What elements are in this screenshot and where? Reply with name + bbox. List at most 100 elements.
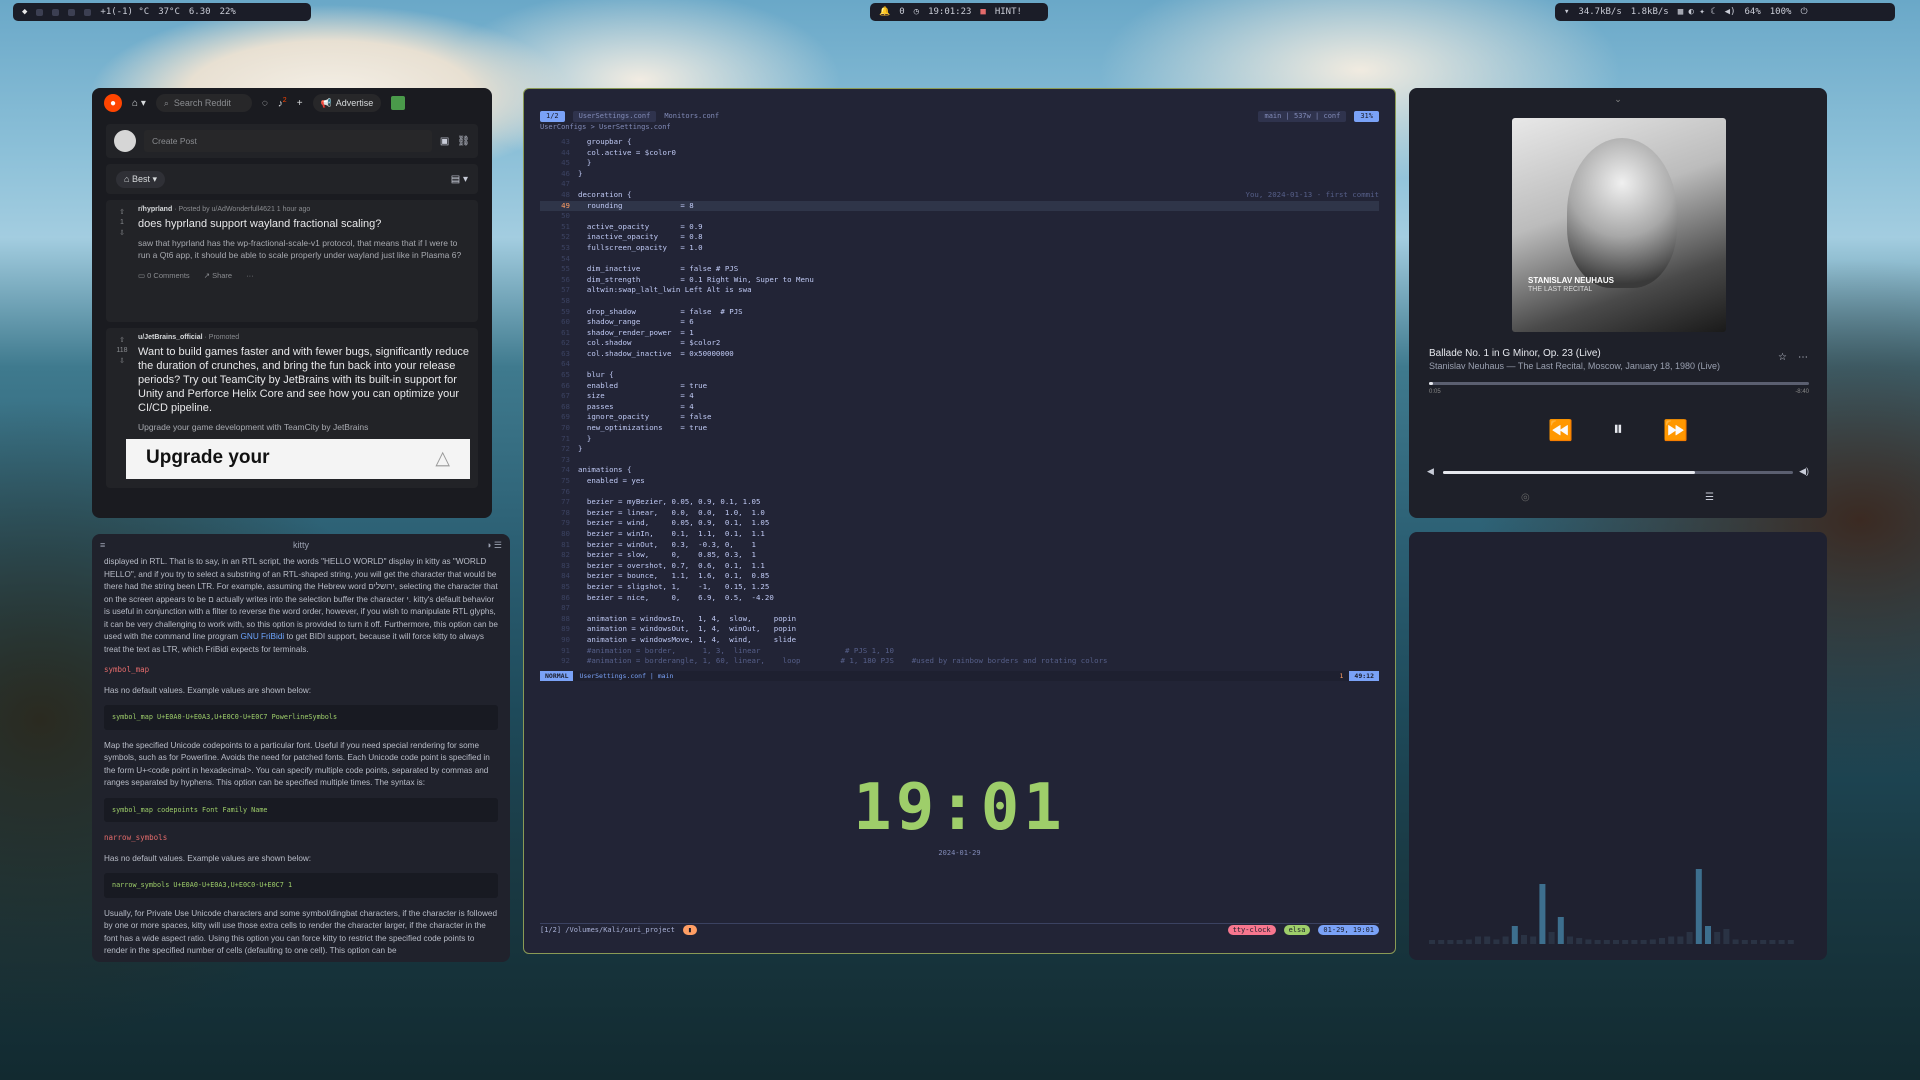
bar-time[interactable]: 19:01:23 xyxy=(928,7,971,17)
code-line[interactable]: 69 ignore_opacity = false xyxy=(540,412,1379,423)
code-line[interactable]: 72} xyxy=(540,444,1379,455)
code-line[interactable]: 61 shadow_render_power = 1 xyxy=(540,328,1379,339)
code-line[interactable]: 85 bezier = sligshot, 1, -1, 0.15, 1.25 xyxy=(540,582,1379,593)
post-card-1[interactable]: ⇧ 1 ⇩ r/hyprland · Posted by u/AdWonderf… xyxy=(106,200,478,322)
tab-index[interactable]: 1/2 xyxy=(540,110,565,122)
lock-icon[interactable]: ■ xyxy=(980,7,985,17)
star-icon[interactable]: ☆ xyxy=(1778,352,1787,363)
ad-title[interactable]: Want to build games faster and with fewe… xyxy=(138,345,470,415)
arch-icon[interactable]: ◆ xyxy=(22,7,27,17)
code-line[interactable]: 75 enabled = yes xyxy=(540,476,1379,487)
share-button[interactable]: ↗ Share xyxy=(204,271,232,280)
avatar[interactable] xyxy=(391,96,406,110)
notification-icon[interactable]: ♪2 xyxy=(278,97,287,109)
menu-icon[interactable]: ≡ xyxy=(100,540,105,550)
link-icon[interactable]: ⛓ xyxy=(457,136,470,147)
airplay-icon[interactable]: ◎ xyxy=(1521,492,1530,503)
search-input[interactable]: ⌕ Search Reddit xyxy=(155,94,252,112)
upvote-icon[interactable]: ⇧ xyxy=(119,208,125,216)
code-line[interactable]: 88 animation = windowsIn, 1, 4, slow, po… xyxy=(540,614,1379,625)
plus-icon[interactable]: + xyxy=(297,98,303,109)
queue-icon[interactable]: ☰ xyxy=(1705,492,1714,503)
image-icon[interactable]: ▣ xyxy=(440,136,449,147)
code-line[interactable]: 76 xyxy=(540,487,1379,498)
code-line[interactable]: 49 rounding = 8 xyxy=(540,200,1379,212)
code-line[interactable]: 80 bezier = winIn, 0.1, 1.1, 0.1, 1.1 xyxy=(540,529,1379,540)
code-line[interactable]: 81 bezier = winOut, 0.3, -0.3, 0, 1 xyxy=(540,540,1379,551)
fribidi-link[interactable]: GNU FriBidi xyxy=(241,632,285,641)
code-line[interactable]: 62 col.shadow = $color2 xyxy=(540,338,1379,349)
comments-button[interactable]: ▭ 0 Comments xyxy=(138,271,190,280)
downvote-icon-2[interactable]: ⇩ xyxy=(119,357,125,365)
sort-best-button[interactable]: ⌂ Best ▾ xyxy=(116,170,165,188)
code-line[interactable]: 79 bezier = wind, 0.05, 0.9, 0.1, 1.05 xyxy=(540,518,1379,529)
rewind-icon[interactable]: ⏪ xyxy=(1548,418,1573,443)
code-block-3[interactable]: narrow_symbols U+E0A0-U+E0A3,U+E0C0-U+E0… xyxy=(104,873,498,898)
downvote-icon[interactable]: ⇩ xyxy=(119,229,125,237)
chat-icon[interactable]: ◌ xyxy=(262,98,268,109)
create-post-input[interactable]: Create Post xyxy=(144,130,432,152)
code-line[interactable]: 45 } xyxy=(540,158,1379,169)
upvote-icon-2[interactable]: ⇧ xyxy=(119,336,125,344)
code-line[interactable]: 73 xyxy=(540,455,1379,466)
volume-icon[interactable]: ◀) xyxy=(1725,7,1736,17)
workspace-1[interactable] xyxy=(36,8,44,16)
user-avatar[interactable] xyxy=(114,130,136,152)
code-line[interactable]: 86 bezier = nice, 0, 6.9, 0.5, -4.20 xyxy=(540,593,1379,604)
code-line[interactable]: 65 blur { xyxy=(540,370,1379,381)
reddit-logo-icon[interactable]: ● xyxy=(104,94,122,112)
post-title[interactable]: does hyprland support wayland fractional… xyxy=(138,217,470,231)
code-line[interactable]: 67 size = 4 xyxy=(540,391,1379,402)
home-icon[interactable]: ⌂ ▾ xyxy=(132,98,146,109)
code-line[interactable]: 57 altwin:swap_lalt_lwin Left Alt is swa xyxy=(540,285,1379,296)
workspace-2[interactable] xyxy=(52,8,60,16)
code-line[interactable]: 44 col.active = $color0 xyxy=(540,148,1379,159)
code-block-1[interactable]: symbol_map U+E0A0-U+E0A3,U+E0C0-U+E0C7 P… xyxy=(104,705,498,730)
code-line[interactable]: 50 xyxy=(540,211,1379,222)
code-line[interactable]: 82 bezier = slow, 0, 0.85, 0.3, 1 xyxy=(540,550,1379,561)
tab-monitors[interactable]: Monitors.conf xyxy=(664,112,719,120)
code-line[interactable]: 46} xyxy=(540,169,1379,180)
window-controls-icon[interactable]: ◑ ☰ xyxy=(486,540,502,551)
fast-forward-icon[interactable]: ⏩ xyxy=(1663,418,1688,443)
layout-icon[interactable]: ▤ ▾ xyxy=(451,174,468,185)
workspace-4[interactable] xyxy=(84,8,92,16)
code-line[interactable]: 56 dim_strength = 0.1 Right Win, Super t… xyxy=(540,275,1379,286)
code-line[interactable]: 66 enabled = true xyxy=(540,381,1379,392)
advertise-button[interactable]: 📢 Advertise xyxy=(312,94,382,112)
code-line[interactable]: 70 new_optimizations = true xyxy=(540,423,1379,434)
tmux-pill-2[interactable]: elsa xyxy=(1283,924,1311,935)
code-line[interactable]: 83 bezier = overshot, 0.7, 0.6, 0.1, 1.1 xyxy=(540,561,1379,572)
workspace-3[interactable] xyxy=(68,8,76,16)
volume-low-icon[interactable]: ◀ xyxy=(1427,466,1434,477)
code-line[interactable]: 89 animation = windowsOut, 1, 4, winOut,… xyxy=(540,624,1379,635)
volume-high-icon[interactable]: ◀) xyxy=(1799,466,1809,477)
code-line[interactable]: 58 xyxy=(540,296,1379,307)
code-line[interactable]: 78 bezier = linear, 0.0, 0.0, 1.0, 1.0 xyxy=(540,508,1379,519)
post-card-2[interactable]: ⇧ 118 ⇩ u/JetBrains_official · Promoted … xyxy=(106,328,478,488)
pause-icon[interactable]: ⏸ xyxy=(1613,418,1623,443)
code-line[interactable]: 74 animations { xyxy=(540,465,1379,476)
code-line[interactable]: 90 animation = windowsMove, 1, 4, wind, … xyxy=(540,635,1379,646)
code-line[interactable]: 55 dim_inactive = false # PJS xyxy=(540,264,1379,275)
code-line[interactable]: 84 bezier = bounce, 1.1, 1.6, 0.1, 0.85 xyxy=(540,571,1379,582)
more-icon[interactable]: ··· xyxy=(246,271,254,280)
code-block-2[interactable]: symbol_map codepoints Font Family Name xyxy=(104,797,498,822)
subreddit-link[interactable]: r/hyprland xyxy=(138,206,172,213)
code-line[interactable]: 91 #animation = border, 1, 3, linear # P… xyxy=(540,646,1379,657)
bell-icon[interactable]: 🔔 xyxy=(879,7,890,17)
progress-bar[interactable] xyxy=(1429,382,1809,385)
code-buffer[interactable]: 43 groupbar {44 col.active = $color0 45 }… xyxy=(540,137,1379,667)
volume-slider[interactable] xyxy=(1443,471,1793,474)
hint-text[interactable]: HINT! xyxy=(995,7,1022,17)
tmux-pill-1[interactable]: tty-clock xyxy=(1227,924,1276,935)
code-line[interactable]: 71 } xyxy=(540,434,1379,445)
code-line[interactable]: 54 xyxy=(540,254,1379,265)
code-line[interactable]: 92 #animation = borderangle, 1, 60, line… xyxy=(540,656,1379,667)
more-options-icon[interactable]: ⋯ xyxy=(1798,352,1808,363)
advertiser-link[interactable]: u/JetBrains_official xyxy=(138,334,203,341)
code-line[interactable]: 53 fullscreen_opacity = 1.0 xyxy=(540,243,1379,254)
code-line[interactable]: 68 passes = 4 xyxy=(540,402,1379,413)
code-line[interactable]: 47 xyxy=(540,179,1379,190)
code-line[interactable]: 64 xyxy=(540,359,1379,370)
